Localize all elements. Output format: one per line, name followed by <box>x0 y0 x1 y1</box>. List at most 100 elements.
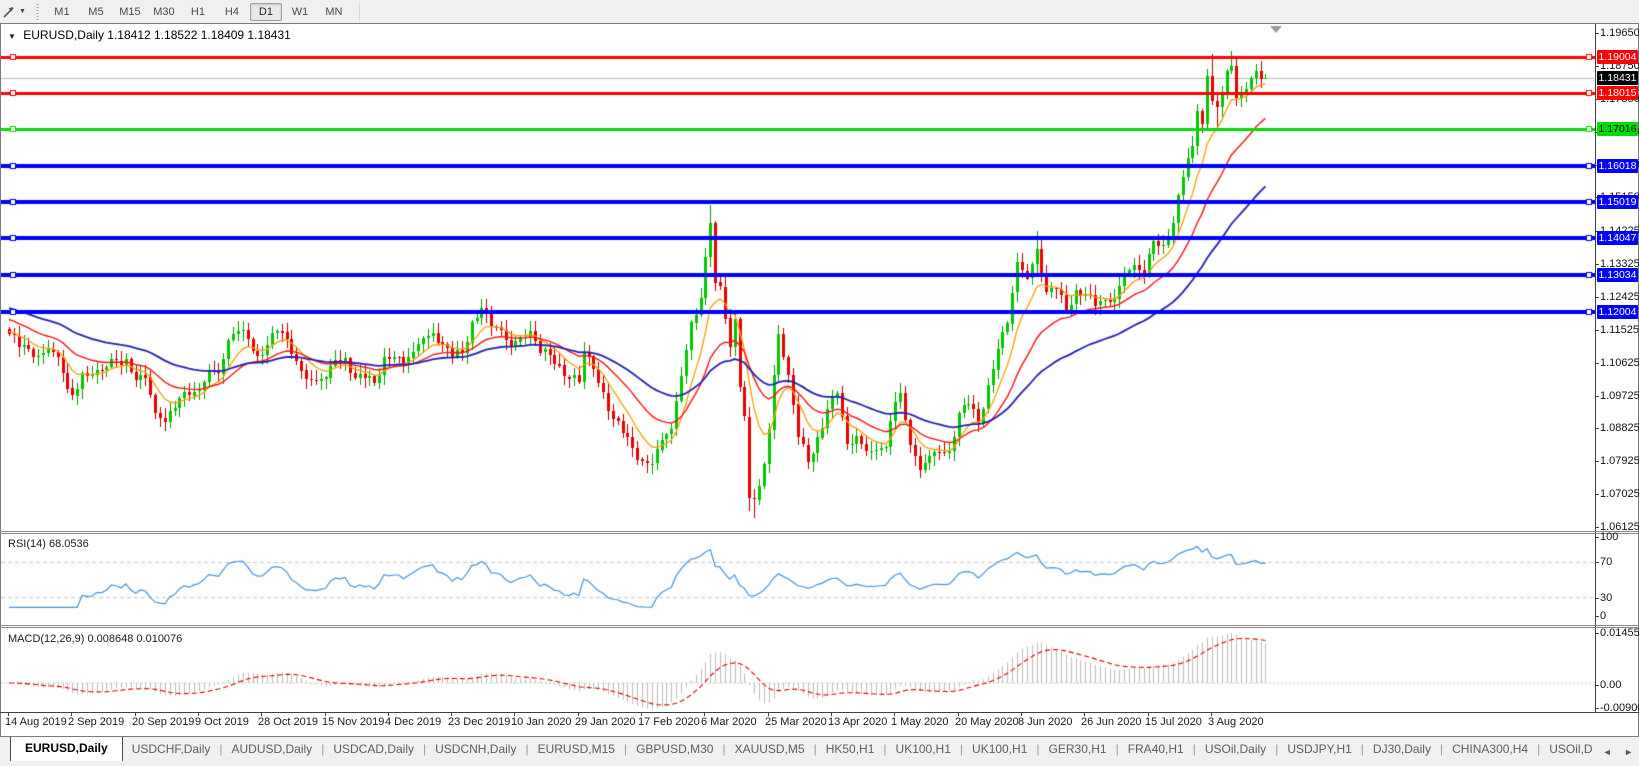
date-label: 20 Sep 2019 <box>132 716 194 728</box>
price-axis-tick <box>1595 428 1599 429</box>
chart-tabs: EURUSD,DailyUSDCHF,Daily|AUDUSD,Daily|US… <box>0 737 1602 761</box>
date-label: 9 Oct 2019 <box>195 716 249 728</box>
price-axis-tick <box>1595 264 1599 265</box>
date-label: 1 May 2020 <box>891 716 948 728</box>
tab-usdcnh-daily[interactable]: USDCNH,Daily <box>426 738 525 761</box>
price-axis-tick <box>1595 363 1599 364</box>
rsi-indicator-canvas[interactable] <box>1 534 1595 624</box>
timeframe-button-m5[interactable]: M5 <box>80 3 112 21</box>
price-axis-tick <box>1595 33 1599 34</box>
tab-gbpusd-m30[interactable]: GBPUSD,M30 <box>627 738 722 761</box>
timeframe-button-w1[interactable]: W1 <box>284 3 316 21</box>
tab-uk100-h1[interactable]: UK100,H1 <box>887 738 960 761</box>
timeframe-button-h1[interactable]: H1 <box>182 3 214 21</box>
tab-uk100-h1[interactable]: UK100,H1 <box>963 738 1036 761</box>
date-label: 20 May 2020 <box>955 716 1019 728</box>
rsi-axis-tick <box>1595 598 1599 599</box>
price-axis-tick <box>1595 494 1599 495</box>
panel-separator[interactable] <box>0 627 1639 628</box>
panel-separator[interactable] <box>0 531 1639 532</box>
cursor-tool-icon[interactable] <box>1 4 17 20</box>
price-tick-label: 1.12425 <box>1600 291 1639 303</box>
tab-eurusd-daily[interactable]: EURUSD,Daily <box>10 737 123 761</box>
toolbar: ▼ M1M5M15M30H1H4D1W1MN <box>0 0 1639 23</box>
toolbar-divider <box>359 3 360 21</box>
tab-scroll-right-icon[interactable]: ► <box>1624 747 1633 757</box>
chart-tab-bar: EURUSD,DailyUSDCHF,Daily|AUDUSD,Daily|US… <box>0 737 1639 761</box>
price-axis-divider <box>1595 24 1596 712</box>
tab-china300-h4[interactable]: CHINA300,H4 <box>1443 738 1537 761</box>
tab-fra40-h1[interactable]: FRA40,H1 <box>1119 738 1193 761</box>
date-label: 23 Dec 2019 <box>448 716 510 728</box>
price-chart-canvas[interactable] <box>1 25 1595 531</box>
timeframe-button-m1[interactable]: M1 <box>46 3 78 21</box>
rsi-axis-tick <box>1595 616 1599 617</box>
chart-symbol-label: EURUSD,Daily <box>23 28 104 42</box>
macd-indicator-canvas[interactable] <box>1 628 1595 712</box>
price-level-badge: 1.15019 <box>1597 195 1638 209</box>
panel-separator[interactable] <box>0 625 1639 626</box>
price-tick-label: 1.19650 <box>1600 27 1639 39</box>
timeframe-button-m30[interactable]: M30 <box>148 3 180 21</box>
timeframe-button-mn[interactable]: MN <box>318 3 350 21</box>
cursor-dropdown-caret-icon[interactable]: ▼ <box>19 8 26 15</box>
macd-axis-label: 0.014556 <box>1600 627 1639 639</box>
tab-ger30-h1[interactable]: GER30,H1 <box>1040 738 1116 761</box>
tab-scroll-arrows: ◄ ► <box>1593 742 1637 760</box>
tab-usdjpy-h1[interactable]: USDJPY,H1 <box>1278 738 1360 761</box>
price-tick-label: 1.11525 <box>1600 324 1639 336</box>
tab-audusd-daily[interactable]: AUDUSD,Daily <box>223 738 322 761</box>
rsi-label: RSI(14) 68.0536 <box>8 538 89 550</box>
current-price-badge: 1.18431 <box>1597 71 1638 85</box>
status-bar <box>0 761 1639 766</box>
price-axis-tick <box>1595 396 1599 397</box>
price-level-badge: 1.18015 <box>1597 86 1638 100</box>
date-label: 8 Jun 2020 <box>1018 716 1072 728</box>
date-label: 14 Aug 2019 <box>5 716 67 728</box>
price-level-badge: 1.17016 <box>1597 122 1638 136</box>
chart-menu-icon[interactable]: ▼ <box>8 32 16 41</box>
date-label: 15 Nov 2019 <box>322 716 384 728</box>
timeframe-button-d1[interactable]: D1 <box>250 3 282 21</box>
tab-xauusd-m5[interactable]: XAUUSD,M5 <box>726 738 814 761</box>
price-level-badge: 1.12004 <box>1597 305 1638 319</box>
rsi-axis-label: 0 <box>1600 610 1606 622</box>
rsi-axis-tick <box>1595 537 1599 538</box>
date-label: 26 Jun 2020 <box>1081 716 1142 728</box>
price-level-badge: 1.19004 <box>1597 50 1638 64</box>
tab-eurusd-m15[interactable]: EURUSD,M15 <box>529 738 624 761</box>
timeframe-button-h4[interactable]: H4 <box>216 3 248 21</box>
macd-axis-label: -0.009001 <box>1600 702 1639 714</box>
price-axis-tick <box>1595 330 1599 331</box>
date-label: 6 Mar 2020 <box>701 716 757 728</box>
price-level-badge: 1.16018 <box>1597 159 1638 173</box>
macd-label: MACD(12,26,9) 0.008648 0.010076 <box>8 633 182 645</box>
macd-axis-tick <box>1595 633 1599 634</box>
date-label: 4 Dec 2019 <box>385 716 441 728</box>
date-label: 28 Oct 2019 <box>258 716 318 728</box>
toolbar-grip[interactable] <box>36 4 39 20</box>
tab-scroll-left-icon[interactable]: ◄ <box>1603 747 1612 757</box>
price-axis-tick <box>1595 66 1599 67</box>
timeframe-button-m15[interactable]: M15 <box>114 3 146 21</box>
date-label: 15 Jul 2020 <box>1145 716 1202 728</box>
panel-separator[interactable] <box>0 533 1639 534</box>
date-label: 17 Feb 2020 <box>638 716 700 728</box>
timeframe-button-group: M1M5M15M30H1H4D1W1MN <box>45 2 351 21</box>
price-axis-tick <box>1595 527 1599 528</box>
rsi-axis-label: 70 <box>1600 556 1612 568</box>
macd-axis-tick <box>1595 708 1599 709</box>
date-label: 13 Apr 2020 <box>828 716 887 728</box>
price-tick-label: 1.08825 <box>1600 422 1639 434</box>
date-label: 25 Mar 2020 <box>765 716 827 728</box>
tab-dj30-daily[interactable]: DJ30,Daily <box>1364 738 1440 761</box>
price-level-badge: 1.13034 <box>1597 268 1638 282</box>
tab-usdcad-daily[interactable]: USDCAD,Daily <box>324 738 423 761</box>
tab-usdchf-daily[interactable]: USDCHF,Daily <box>123 738 220 761</box>
chart-ohlc-values: 1.18412 1.18522 1.18409 1.18431 <box>107 28 291 42</box>
tab-hk50-h1[interactable]: HK50,H1 <box>817 738 884 761</box>
date-label: 10 Jan 2020 <box>511 716 572 728</box>
tab-usoil-daily[interactable]: USOil,Daily <box>1196 738 1275 761</box>
macd-axis-label: 0.00 <box>1600 679 1621 691</box>
price-tick-label: 1.07925 <box>1600 455 1639 467</box>
